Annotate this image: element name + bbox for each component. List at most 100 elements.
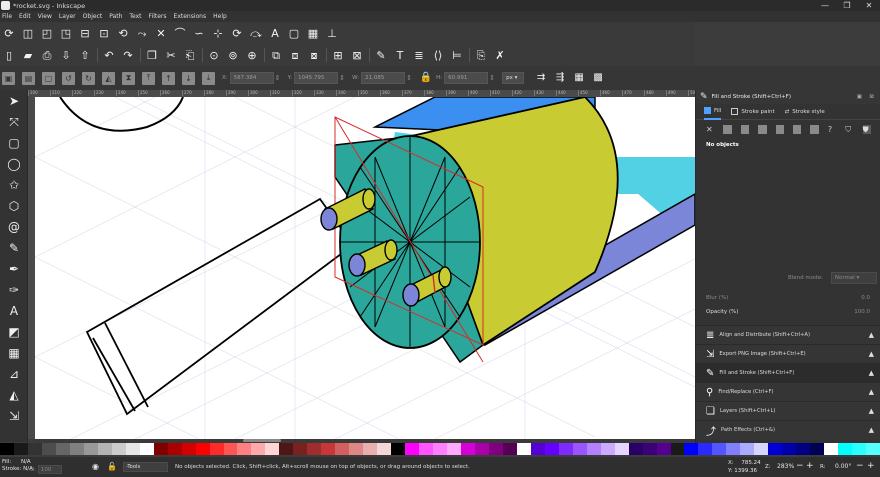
palette-swatch[interactable] <box>69 443 84 455</box>
mesh-gradient-icon[interactable] <box>775 124 785 134</box>
palette-swatch[interactable] <box>474 443 489 455</box>
palette-swatch[interactable] <box>181 443 196 455</box>
palette-swatch[interactable] <box>391 443 406 455</box>
snap-bbox-center-icon[interactable]: ⊡ <box>97 26 111 40</box>
raise-to-top-icon[interactable]: ⤒ <box>142 71 155 85</box>
flip-vertical-icon[interactable]: ⧗ <box>122 71 135 85</box>
palette-swatch[interactable] <box>293 443 308 455</box>
snap-bbox-midpoint-icon[interactable]: ⊟ <box>78 26 92 40</box>
paint-bucket-tool-icon[interactable]: ◭ <box>4 385 24 405</box>
palette-swatch[interactable] <box>433 443 447 455</box>
snap-nodes-icon[interactable]: ⟲ <box>116 26 130 40</box>
palette-swatch[interactable] <box>237 443 252 455</box>
palette-swatch[interactable] <box>335 443 350 455</box>
zoom-drawing-icon[interactable]: ⊚ <box>226 48 240 62</box>
palette-swatch[interactable] <box>447 443 461 455</box>
palette-swatch[interactable] <box>502 443 517 455</box>
print-icon[interactable]: ⎙ <box>40 48 54 62</box>
dock-align-distribute[interactable]: ≣ Align and Distribute (Shift+Ctrl+A) ▲ <box>696 325 880 344</box>
snap-text-baseline-icon[interactable]: A <box>268 26 282 40</box>
palette-swatch[interactable] <box>83 443 98 455</box>
palette-swatch[interactable] <box>27 443 42 455</box>
snap-smooth-icon[interactable]: ∽ <box>192 26 206 40</box>
rotate-ccw-icon[interactable]: ↺ <box>62 71 75 85</box>
pencil-tool-icon[interactable]: ✎ <box>4 238 24 258</box>
palette-swatch[interactable] <box>251 443 266 455</box>
snap-bbox-icon[interactable]: ◫ <box>21 26 35 40</box>
zoom-selection-icon[interactable]: ⊙ <box>207 48 221 62</box>
transform-gradients-icon[interactable]: ▦ <box>572 71 586 85</box>
new-document-icon[interactable]: ▯ <box>2 48 16 62</box>
palette-swatch[interactable] <box>628 443 643 455</box>
gradient-tool-icon[interactable]: ◩ <box>4 322 24 342</box>
panel-close-icon[interactable]: ⊠ <box>869 94 874 100</box>
node-tool-icon[interactable]: ⤧ <box>4 112 24 132</box>
blur-value[interactable]: 0.0 <box>861 295 870 301</box>
scrollbar-thumb[interactable] <box>243 439 281 442</box>
palette-swatch[interactable] <box>41 443 56 455</box>
fill-rule-evenodd-icon[interactable]: ⛉ <box>845 125 853 134</box>
clone-icon[interactable]: ⧈ <box>288 48 302 62</box>
palette-swatch[interactable] <box>125 443 140 455</box>
snap-toggle-icon[interactable]: ⟳ <box>2 26 16 40</box>
palette-swatch[interactable] <box>153 443 168 455</box>
align-distribute-icon[interactable]: ⊨ <box>450 48 464 62</box>
snap-intersection-icon[interactable]: ✕ <box>154 26 168 40</box>
dock-fill-stroke[interactable]: ✎ Fill and Stroke (Shift+Ctrl+F) ▲ <box>696 363 880 382</box>
palette-swatch[interactable] <box>754 443 769 455</box>
palette-swatch[interactable] <box>419 443 434 455</box>
lock-ratio-icon[interactable]: 🔒 <box>419 71 433 85</box>
palette-swatch[interactable] <box>768 443 783 455</box>
palette-swatch[interactable] <box>377 443 392 455</box>
palette-swatch[interactable] <box>55 443 70 455</box>
zoom-out-icon[interactable]: − <box>796 461 804 471</box>
palette-swatch[interactable] <box>810 443 825 455</box>
paste-icon[interactable]: ⎗ <box>183 48 197 62</box>
menu-extensions[interactable]: Extensions <box>174 13 207 20</box>
zoom-in-icon[interactable]: + <box>806 461 814 471</box>
rotate-cw-icon[interactable]: ↻ <box>82 71 95 85</box>
palette-swatch[interactable] <box>614 443 629 455</box>
unset-paint-icon[interactable]: ? <box>828 125 836 134</box>
palette-swatch[interactable] <box>0 443 14 455</box>
lock-icon[interactable]: 🔓 <box>107 462 117 471</box>
snap-grid-icon[interactable]: ▦ <box>306 26 320 40</box>
canvas[interactable] <box>35 97 695 439</box>
palette-swatch[interactable] <box>838 443 853 455</box>
tweak-tool-icon[interactable]: ⇲ <box>4 406 24 426</box>
palette-swatch[interactable] <box>265 443 280 455</box>
snap-bbox-corner-icon[interactable]: ◳ <box>59 26 73 40</box>
palette-swatch[interactable] <box>223 443 238 455</box>
copy-icon[interactable]: ❐ <box>145 48 159 62</box>
radial-gradient-icon[interactable] <box>758 124 767 134</box>
select-all-layers-icon[interactable]: ▤ <box>22 71 35 85</box>
x-stepper[interactable]: ⇕ <box>275 74 282 82</box>
lower-icon[interactable]: ↓ <box>182 71 195 85</box>
palette-swatch[interactable] <box>321 443 336 455</box>
menu-text[interactable]: Text <box>129 13 141 20</box>
select-all-icon[interactable]: ▣ <box>2 71 15 85</box>
tab-fill[interactable]: Fill <box>704 104 722 120</box>
palette-swatch[interactable] <box>824 443 839 455</box>
palette-swatch[interactable] <box>796 443 811 455</box>
tab-stroke-style[interactable]: ⇄ Stroke style <box>785 104 825 120</box>
blend-mode-select[interactable]: Normal ▾ <box>830 272 877 284</box>
opacity-status-value[interactable]: 100 <box>37 465 62 474</box>
dock-find-replace[interactable]: ⚲ Find/Replace (Ctrl+F) ▲ <box>696 382 880 401</box>
snap-midpoint-icon[interactable]: ⊹ <box>211 26 225 40</box>
palette-swatch[interactable] <box>139 443 154 455</box>
no-paint-icon[interactable]: ✕ <box>706 125 714 134</box>
drawing[interactable] <box>35 97 695 439</box>
dropper-tool-icon[interactable]: ⊿ <box>4 364 24 384</box>
fill-rule-nonzero-icon[interactable]: ⛊ <box>862 124 872 134</box>
swatch-icon[interactable] <box>810 124 819 134</box>
h-input[interactable]: 60.991 <box>444 72 489 84</box>
y-stepper[interactable]: ⇕ <box>339 74 346 82</box>
spiral-tool-icon[interactable]: @ <box>4 217 24 237</box>
palette-swatch[interactable] <box>363 443 378 455</box>
snap-guide-icon[interactable]: ⊥ <box>325 26 339 40</box>
snap-bbox-edge-icon[interactable]: ◰ <box>40 26 54 40</box>
layer-select[interactable]: -Tools <box>123 462 168 472</box>
cut-icon[interactable]: ✂ <box>164 48 178 62</box>
w-input[interactable]: 21.085 <box>361 72 406 84</box>
